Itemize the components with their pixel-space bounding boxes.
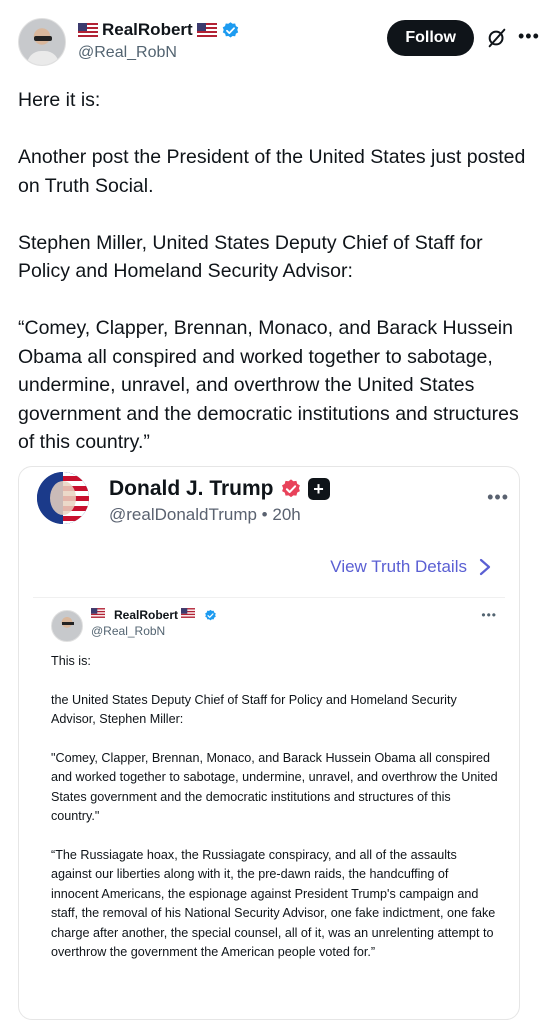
grok-icon[interactable] bbox=[486, 27, 508, 49]
plus-icon: + bbox=[307, 478, 330, 500]
author-name: RealRobert bbox=[102, 20, 193, 39]
tweet-header: RealRobert @Real_RobN Follow ••• bbox=[18, 18, 540, 68]
tweet-text: Here it is: Another post the President o… bbox=[18, 89, 526, 453]
truth-more-icon: ••• bbox=[487, 487, 509, 507]
us-flag-icon bbox=[78, 23, 98, 37]
avatar[interactable] bbox=[18, 18, 66, 66]
view-truth-details-link: View Truth Details bbox=[330, 557, 491, 577]
truth-handle-time: @realDonaldTrump • 20h bbox=[109, 505, 301, 524]
inner-avatar bbox=[51, 610, 83, 642]
chevron-right-icon bbox=[479, 558, 491, 576]
inner-author-handle: @Real_RobN bbox=[91, 624, 166, 638]
truth-author-name: Donald J. Trump bbox=[109, 477, 274, 500]
author-name-row[interactable]: RealRobert bbox=[78, 20, 240, 40]
view-truth-details-label: View Truth Details bbox=[330, 557, 467, 576]
quoted-post-card: RealRobert @Real_RobN ••• This is: the U… bbox=[33, 597, 505, 1007]
inner-author-row: RealRobert bbox=[91, 608, 217, 622]
truth-author-row: Donald J. Trump + bbox=[109, 477, 330, 501]
more-options-icon[interactable]: ••• bbox=[518, 27, 540, 49]
author-handle[interactable]: @Real_RobN bbox=[78, 44, 177, 62]
us-flag-icon bbox=[91, 608, 111, 622]
inner-author-name: RealRobert bbox=[114, 608, 179, 622]
tweet-view: RealRobert @Real_RobN Follow ••• Here it… bbox=[0, 0, 558, 1024]
inner-more-icon: ••• bbox=[481, 608, 497, 622]
truth-avatar bbox=[37, 472, 89, 524]
follow-button[interactable]: Follow bbox=[387, 20, 474, 56]
truth-verified-icon bbox=[280, 478, 302, 500]
us-flag-icon bbox=[196, 23, 217, 37]
verified-badge-icon bbox=[204, 609, 217, 622]
verified-badge-icon bbox=[221, 21, 240, 40]
embedded-screenshot[interactable]: Donald J. Trump + @realDonaldTrump • 20h… bbox=[18, 466, 520, 1020]
us-flag-icon bbox=[181, 608, 201, 622]
inner-post-text: This is: the United States Deputy Chief … bbox=[51, 654, 498, 960]
